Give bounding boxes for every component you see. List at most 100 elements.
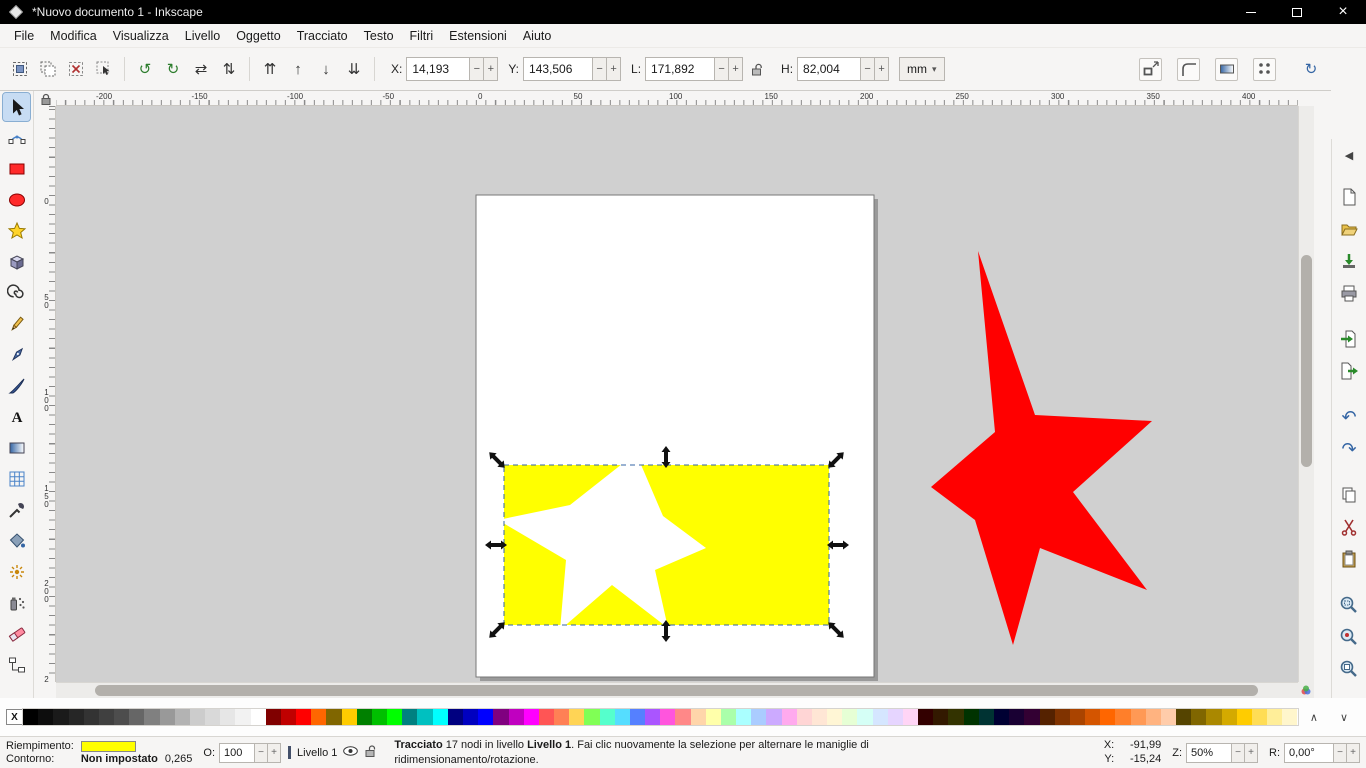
rotate-ccw-button[interactable]: ↺ — [132, 56, 158, 82]
horizontal-scrollbar[interactable] — [56, 682, 1298, 698]
color-swatch[interactable] — [509, 709, 524, 725]
palette-scroll-up-button[interactable]: ∧ — [1310, 711, 1318, 724]
spray-tool[interactable] — [3, 589, 30, 617]
color-swatch[interactable] — [600, 709, 615, 725]
color-swatch[interactable] — [357, 709, 372, 725]
color-swatch[interactable] — [948, 709, 963, 725]
select-all-button[interactable] — [7, 56, 33, 82]
color-swatch[interactable] — [1146, 709, 1161, 725]
snap-collapse-button[interactable]: ◀ — [1335, 145, 1363, 165]
ellipse-tool[interactable] — [3, 186, 30, 214]
menu-testo[interactable]: Testo — [356, 26, 402, 46]
eraser-tool[interactable] — [3, 620, 30, 648]
move-patterns-toggle[interactable] — [1253, 58, 1276, 81]
vertical-scrollbar[interactable] — [1298, 106, 1314, 682]
color-swatch[interactable] — [524, 709, 539, 725]
current-fill-swatch[interactable] — [81, 741, 136, 752]
reset-button[interactable]: ↻ — [1298, 56, 1324, 82]
lower-to-bottom-button[interactable]: ⇊ — [341, 56, 367, 82]
menu-tracciato[interactable]: Tracciato — [289, 26, 356, 46]
unit-dropdown[interactable]: mm ▾ — [899, 57, 945, 81]
ruler-left[interactable]: 050100150200250 — [40, 106, 56, 682]
close-button[interactable]: × — [1320, 0, 1366, 24]
zoom-selection-button[interactable] — [1335, 591, 1363, 619]
color-swatch[interactable] — [387, 709, 402, 725]
deselect-button[interactable] — [63, 56, 89, 82]
maximize-button[interactable] — [1274, 0, 1320, 24]
rotate-cw-button[interactable]: ↻ — [160, 56, 186, 82]
height-field[interactable]: 82,004 — [797, 57, 861, 81]
canvas[interactable] — [56, 106, 1298, 682]
rotation-plus-button[interactable]: + — [1347, 743, 1360, 763]
undo-button[interactable]: ↶ — [1335, 403, 1363, 431]
color-swatch[interactable] — [1055, 709, 1070, 725]
color-swatch[interactable] — [751, 709, 766, 725]
import-button[interactable] — [1335, 325, 1363, 353]
calligraphy-tool[interactable] — [3, 372, 30, 400]
color-swatch[interactable] — [539, 709, 554, 725]
color-swatch[interactable] — [53, 709, 68, 725]
scale-stroke-toggle[interactable] — [1139, 58, 1162, 81]
width-plus-button[interactable]: + — [729, 57, 743, 81]
x-minus-button[interactable]: − — [470, 57, 484, 81]
color-swatch[interactable] — [812, 709, 827, 725]
export-button[interactable] — [1335, 357, 1363, 385]
x-field[interactable]: 14,193 — [406, 57, 470, 81]
raise-button[interactable]: ↑ — [285, 56, 311, 82]
color-swatch[interactable] — [827, 709, 842, 725]
y-field[interactable]: 143,506 — [523, 57, 593, 81]
box3d-tool[interactable] — [3, 248, 30, 276]
color-swatch[interactable] — [493, 709, 508, 725]
move-gradients-toggle[interactable] — [1215, 58, 1238, 81]
color-swatch[interactable] — [873, 709, 888, 725]
color-swatch[interactable] — [417, 709, 432, 725]
selection-cursor-button[interactable] — [91, 56, 117, 82]
color-swatch[interactable] — [645, 709, 660, 725]
color-swatch[interactable] — [205, 709, 220, 725]
color-swatch[interactable] — [1024, 709, 1039, 725]
color-swatch[interactable] — [175, 709, 190, 725]
color-swatch[interactable] — [478, 709, 493, 725]
menu-visualizza[interactable]: Visualizza — [105, 26, 177, 46]
width-field[interactable]: 171,892 — [645, 57, 715, 81]
color-swatch[interactable] — [266, 709, 281, 725]
color-swatch[interactable] — [23, 709, 38, 725]
zoom-field[interactable]: 50% — [1186, 743, 1232, 763]
vertical-scrollbar-thumb[interactable] — [1301, 255, 1312, 467]
corner-widget[interactable] — [1298, 682, 1314, 698]
pen-tool[interactable] — [3, 341, 30, 369]
color-swatch[interactable] — [615, 709, 630, 725]
rectangle-tool[interactable] — [3, 155, 30, 183]
opacity-minus-button[interactable]: − — [255, 743, 268, 763]
menu-filtri[interactable]: Filtri — [402, 26, 442, 46]
color-swatch[interactable] — [251, 709, 266, 725]
color-swatch[interactable] — [144, 709, 159, 725]
color-swatch[interactable] — [160, 709, 175, 725]
save-button[interactable] — [1335, 247, 1363, 275]
color-swatch[interactable] — [463, 709, 478, 725]
redo-button[interactable]: ↷ — [1335, 435, 1363, 463]
rotation-field[interactable]: 0,00° — [1284, 743, 1334, 763]
open-button[interactable] — [1335, 215, 1363, 243]
color-swatch[interactable] — [1115, 709, 1130, 725]
color-swatch[interactable] — [918, 709, 933, 725]
color-swatch[interactable] — [569, 709, 584, 725]
menu-modifica[interactable]: Modifica — [42, 26, 105, 46]
color-swatch[interactable] — [281, 709, 296, 725]
color-swatch[interactable] — [114, 709, 129, 725]
text-tool[interactable]: A — [3, 403, 30, 431]
color-swatch[interactable] — [857, 709, 872, 725]
x-plus-button[interactable]: + — [484, 57, 498, 81]
bucket-tool[interactable] — [3, 527, 30, 555]
select-all-layers-button[interactable] — [35, 56, 61, 82]
menu-oggetto[interactable]: Oggetto — [228, 26, 288, 46]
color-swatch[interactable] — [797, 709, 812, 725]
no-color-swatch[interactable]: X — [6, 709, 23, 725]
layer-name[interactable]: Livello 1 — [297, 747, 337, 759]
color-swatch[interactable] — [675, 709, 690, 725]
scale-corners-toggle[interactable] — [1177, 58, 1200, 81]
color-swatch[interactable] — [1176, 709, 1191, 725]
color-swatch[interactable] — [584, 709, 599, 725]
flip-horizontal-button[interactable]: ⇄ — [188, 56, 214, 82]
color-swatch[interactable] — [448, 709, 463, 725]
